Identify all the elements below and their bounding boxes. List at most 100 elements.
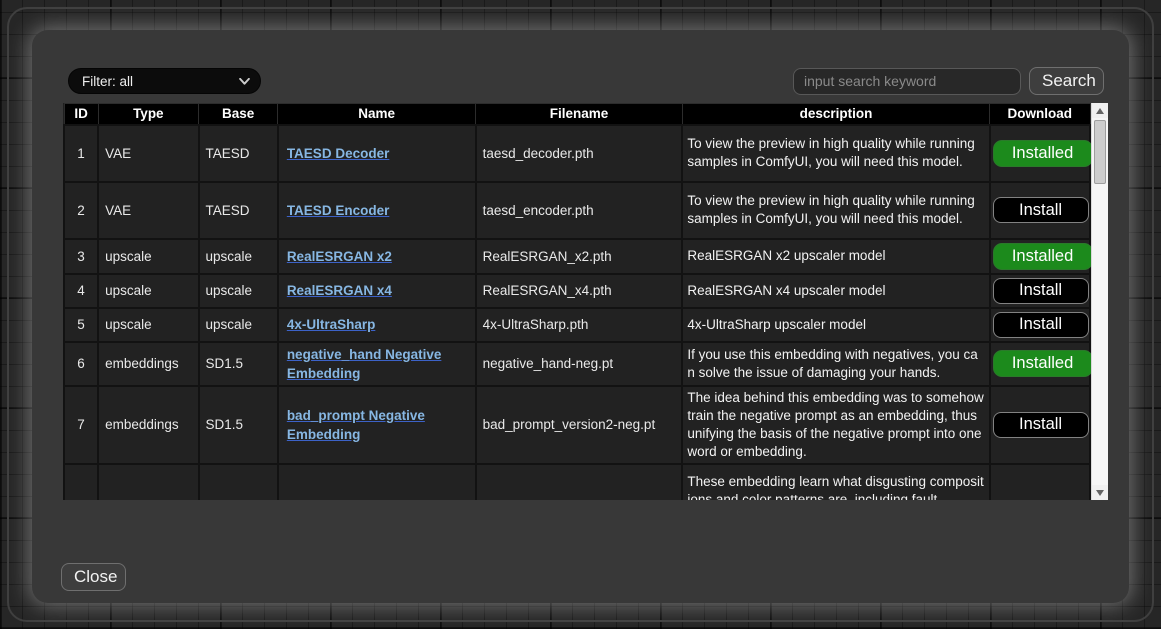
scrollbar-down-button[interactable] xyxy=(1092,485,1108,500)
cell-base: upscale xyxy=(199,239,278,274)
arrow-down-icon xyxy=(1096,490,1104,496)
table-row: 4upscaleupscaleRealESRGAN x4RealESRGAN_x… xyxy=(64,274,1090,308)
cell-base: upscale xyxy=(199,308,278,342)
model-table-header: ID Type Base Name Filename description D… xyxy=(64,104,1090,125)
cell-download xyxy=(990,464,1090,501)
table-row: 5upscaleupscale4x-UltraSharp4x-UltraShar… xyxy=(64,308,1090,342)
header-description: description xyxy=(682,104,989,125)
cell-filename: negative_hand-neg.pt xyxy=(476,342,683,386)
model-name-link[interactable]: 4x-UltraSharp xyxy=(287,317,376,332)
cell-download: Installed xyxy=(990,125,1090,182)
cell-base xyxy=(199,464,278,501)
cell-id: 2 xyxy=(64,182,98,239)
header-id: ID xyxy=(64,104,98,125)
install-button[interactable]: Install xyxy=(993,278,1089,304)
model-table: ID Type Base Name Filename description D… xyxy=(63,103,1091,500)
search-input[interactable] xyxy=(793,68,1021,95)
model-table-container: ID Type Base Name Filename description D… xyxy=(63,103,1109,500)
cell-base: TAESD xyxy=(199,182,278,239)
cell-description: If you use this embedding with negatives… xyxy=(682,342,989,386)
cell-name: 4x-UltraSharp xyxy=(278,308,476,342)
cell-id: 3 xyxy=(64,239,98,274)
table-row: 7embeddingsSD1.5 bad_prompt Negative Embe… xyxy=(64,386,1090,464)
chevron-down-icon xyxy=(239,78,250,85)
filter-select-value: Filter: all xyxy=(82,74,133,89)
arrow-up-icon xyxy=(1096,108,1104,114)
cell-id: 7 xyxy=(64,386,98,464)
filter-select[interactable]: Filter: all xyxy=(68,68,261,94)
installed-button[interactable]: Installed xyxy=(993,243,1093,270)
cell-type: upscale xyxy=(98,274,198,308)
cell-id: 6 xyxy=(64,342,98,386)
install-button[interactable]: Install xyxy=(993,197,1089,223)
cell-id xyxy=(64,464,98,501)
cell-description: To view the preview in high quality whil… xyxy=(682,125,989,182)
cell-name: TAESD Decoder xyxy=(278,125,476,182)
cell-download: Installed xyxy=(990,342,1090,386)
cell-type: VAE xyxy=(98,125,198,182)
installed-button[interactable]: Installed xyxy=(993,350,1093,377)
cell-name: RealESRGAN x2 xyxy=(278,239,476,274)
install-models-dialog: Filter: all Search ID Type Base Name Fi xyxy=(32,30,1129,603)
cell-type: embeddings xyxy=(98,342,198,386)
cell-download: Installed xyxy=(990,239,1090,274)
cell-description: To view the preview in high quality whil… xyxy=(682,182,989,239)
table-row: 2VAETAESD TAESD Encoder taesd_encoder.pthT… xyxy=(64,182,1090,239)
model-name-link[interactable]: TAESD Decoder xyxy=(287,146,390,161)
cell-name xyxy=(278,464,476,501)
header-filename: Filename xyxy=(476,104,683,125)
cell-description: RealESRGAN x4 upscaler model xyxy=(682,274,989,308)
table-row: 3upscaleupscaleRealESRGAN x2RealESRGAN_x… xyxy=(64,239,1090,274)
table-row: 1VAETAESD TAESD Decoder taesd_decoder.pthT… xyxy=(64,125,1090,182)
table-row: 6embeddingsSD1.5 negative_hand Negative E… xyxy=(64,342,1090,386)
cell-type: upscale xyxy=(98,239,198,274)
cell-download: Install xyxy=(990,386,1090,464)
header-base: Base xyxy=(199,104,278,125)
cell-base: SD1.5 xyxy=(199,386,278,464)
cell-id: 1 xyxy=(64,125,98,182)
cell-type: VAE xyxy=(98,182,198,239)
table-row: These embedding learn what disgusting co… xyxy=(64,464,1090,501)
cell-download: Install xyxy=(990,182,1090,239)
cell-filename xyxy=(476,464,683,501)
cell-base: upscale xyxy=(199,274,278,308)
install-button[interactable]: Install xyxy=(993,412,1089,438)
model-name-link[interactable]: negative_hand Negative Embedding xyxy=(287,347,442,381)
cell-id: 4 xyxy=(64,274,98,308)
scrollbar-thumb[interactable] xyxy=(1094,120,1106,184)
cell-name: RealESRGAN x4 xyxy=(278,274,476,308)
model-name-link[interactable]: TAESD Encoder xyxy=(287,203,390,218)
cell-filename: taesd_encoder.pth xyxy=(476,182,683,239)
cell-filename: bad_prompt_version2-neg.pt xyxy=(476,386,683,464)
cell-type: embeddings xyxy=(98,386,198,464)
cell-base: TAESD xyxy=(199,125,278,182)
header-download: Download xyxy=(990,104,1090,125)
cell-description: RealESRGAN x2 upscaler model xyxy=(682,239,989,274)
cell-id: 5 xyxy=(64,308,98,342)
cell-download: Install xyxy=(990,274,1090,308)
cell-description: These embedding learn what disgusting co… xyxy=(682,464,989,501)
dialog-toolbar: Filter: all Search xyxy=(68,67,1104,95)
cell-base: SD1.5 xyxy=(199,342,278,386)
header-type: Type xyxy=(98,104,198,125)
model-table-body: 1VAETAESDTAESD Decodertaesd_decoder.pthT… xyxy=(64,125,1090,501)
header-name: Name xyxy=(278,104,476,125)
cell-filename: taesd_decoder.pth xyxy=(476,125,683,182)
cell-filename: 4x-UltraSharp.pth xyxy=(476,308,683,342)
scrollbar-up-button[interactable] xyxy=(1092,103,1108,118)
model-name-link[interactable]: RealESRGAN x2 xyxy=(287,249,392,264)
cell-type xyxy=(98,464,198,501)
cell-filename: RealESRGAN_x4.pth xyxy=(476,274,683,308)
install-button[interactable]: Install xyxy=(993,312,1089,338)
model-name-link[interactable]: bad_prompt Negative Embedding xyxy=(287,408,425,442)
cell-description: 4x-UltraSharp upscaler model xyxy=(682,308,989,342)
cell-download: Install xyxy=(990,308,1090,342)
cell-name: negative_hand Negative Embedding xyxy=(278,342,476,386)
close-button[interactable]: Close xyxy=(61,563,126,591)
cell-description: The idea behind this embedding was to so… xyxy=(682,386,989,464)
cell-type: upscale xyxy=(98,308,198,342)
search-button[interactable]: Search xyxy=(1029,67,1104,95)
table-scrollbar[interactable] xyxy=(1091,103,1108,500)
installed-button[interactable]: Installed xyxy=(993,140,1093,167)
model-name-link[interactable]: RealESRGAN x4 xyxy=(287,283,392,298)
